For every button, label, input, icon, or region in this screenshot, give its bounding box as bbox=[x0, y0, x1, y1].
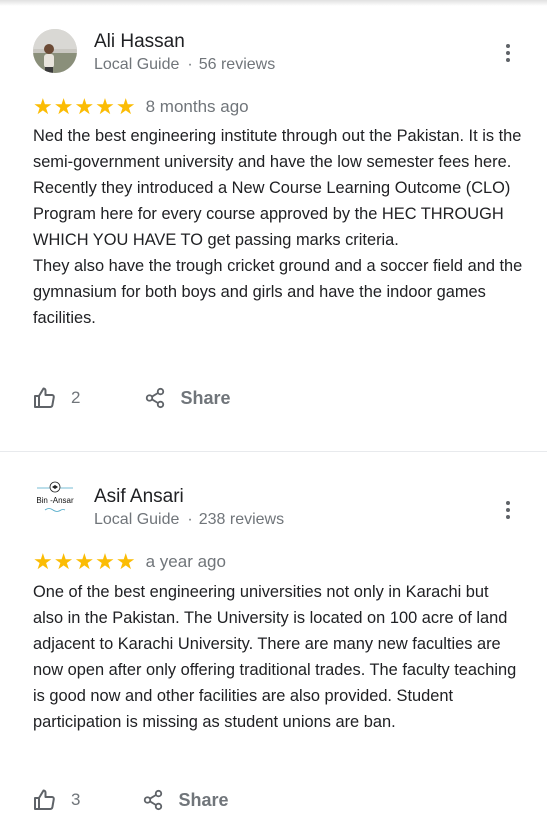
reviewer-meta: Local Guide · 56 reviews bbox=[94, 56, 275, 74]
avatar[interactable]: Bin -Ansar bbox=[33, 476, 77, 520]
separator-dot: · bbox=[187, 56, 193, 73]
review-card: Bin -Ansar Asif Ansari Local Guide · 238 r… bbox=[0, 453, 547, 817]
share-icon bbox=[144, 789, 163, 811]
avatar[interactable] bbox=[33, 29, 77, 73]
avatar-logo: Bin -Ansar bbox=[33, 476, 77, 520]
review-text: Ned the best engineering institute throu… bbox=[33, 123, 523, 331]
star-rating: ★★★★★ bbox=[33, 94, 137, 119]
review-time: 8 months ago bbox=[145, 97, 249, 116]
avatar-photo bbox=[33, 29, 77, 73]
like-button[interactable]: 2 bbox=[33, 386, 80, 410]
avatar-logo-text: Bin -Ansar bbox=[36, 496, 74, 505]
reviews-count: 238 reviews bbox=[198, 511, 285, 528]
thumb-up-icon bbox=[34, 789, 55, 810]
like-count: 3 bbox=[71, 790, 81, 809]
like-count: 2 bbox=[71, 388, 81, 407]
share-label: Share bbox=[178, 789, 229, 810]
thumb-up-icon bbox=[34, 387, 55, 408]
share-icon bbox=[146, 387, 165, 409]
reviews-count: 56 reviews bbox=[198, 56, 276, 73]
share-label: Share bbox=[180, 387, 231, 408]
like-button[interactable]: 3 bbox=[33, 788, 80, 812]
share-button[interactable]: Share bbox=[142, 789, 229, 811]
review-paragraph: They also have the trough cricket ground… bbox=[33, 257, 523, 327]
star-rating: ★★★★★ bbox=[33, 549, 137, 574]
review-actions: 2 Share bbox=[33, 386, 231, 410]
rating-row: ★★★★★ a year ago bbox=[33, 551, 226, 573]
more-vert-icon[interactable] bbox=[498, 498, 518, 522]
reviewer-name[interactable]: Ali Hassan bbox=[94, 31, 185, 53]
review-paragraph: One of the best engineering universities… bbox=[33, 583, 517, 731]
review-actions: 3 Share bbox=[33, 788, 229, 812]
share-button[interactable]: Share bbox=[144, 387, 231, 409]
local-guide-label: Local Guide bbox=[94, 511, 180, 528]
more-vert-icon[interactable] bbox=[498, 41, 518, 65]
review-time: a year ago bbox=[145, 552, 226, 571]
review-paragraph: Ned the best engineering institute throu… bbox=[33, 127, 522, 249]
review-text: One of the best engineering universities… bbox=[33, 579, 523, 735]
reviewer-meta: Local Guide · 238 reviews bbox=[94, 511, 284, 529]
reviewer-name[interactable]: Asif Ansari bbox=[94, 486, 184, 508]
local-guide-label: Local Guide bbox=[94, 56, 180, 73]
separator-dot: · bbox=[187, 511, 193, 528]
rating-row: ★★★★★ 8 months ago bbox=[33, 96, 249, 118]
review-card: Ali Hassan Local Guide · 56 reviews ★★★★★ … bbox=[0, 0, 547, 452]
